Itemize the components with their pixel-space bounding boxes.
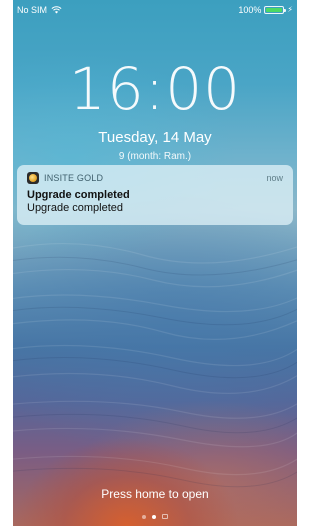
notification-body: Upgrade completed xyxy=(27,202,124,214)
carrier-label: No SIM xyxy=(17,5,48,15)
notification-time: now xyxy=(266,173,283,183)
page-dot-active xyxy=(152,514,156,519)
unlock-hint: Press home to open xyxy=(101,487,209,501)
insite-gold-app-icon xyxy=(27,172,39,184)
lock-screen: No SIM 100% ⚡ 16:00 Tuesday, 14 May 9 (m… xyxy=(13,0,297,526)
battery-level-fill xyxy=(266,8,283,12)
lock-screen-time: 16:00 xyxy=(68,55,242,123)
status-bar: No SIM 100% ⚡ xyxy=(13,0,297,20)
carrier-group: No SIM xyxy=(17,5,62,15)
gold-coin-icon xyxy=(29,174,37,182)
battery-icon xyxy=(264,6,287,14)
lock-screen-date: Tuesday, 14 May xyxy=(98,129,212,146)
notification-header: INSITE GOLD now xyxy=(27,171,283,185)
page-indicator xyxy=(13,514,297,519)
battery-group: 100% ⚡ xyxy=(238,5,293,15)
notification-title: Upgrade completed xyxy=(27,189,130,201)
page-dot xyxy=(142,514,146,519)
battery-percent: 100% xyxy=(238,5,262,15)
charging-bolt-icon: ⚡ xyxy=(287,5,293,14)
wifi-icon xyxy=(51,6,62,14)
camera-icon xyxy=(162,514,168,519)
notification-app-name: INSITE GOLD xyxy=(44,173,104,183)
notification-card[interactable]: INSITE GOLD now Upgrade completed Upgrad… xyxy=(17,165,293,225)
lock-screen-secondary-date: 9 (month: Ram.) xyxy=(118,151,192,162)
